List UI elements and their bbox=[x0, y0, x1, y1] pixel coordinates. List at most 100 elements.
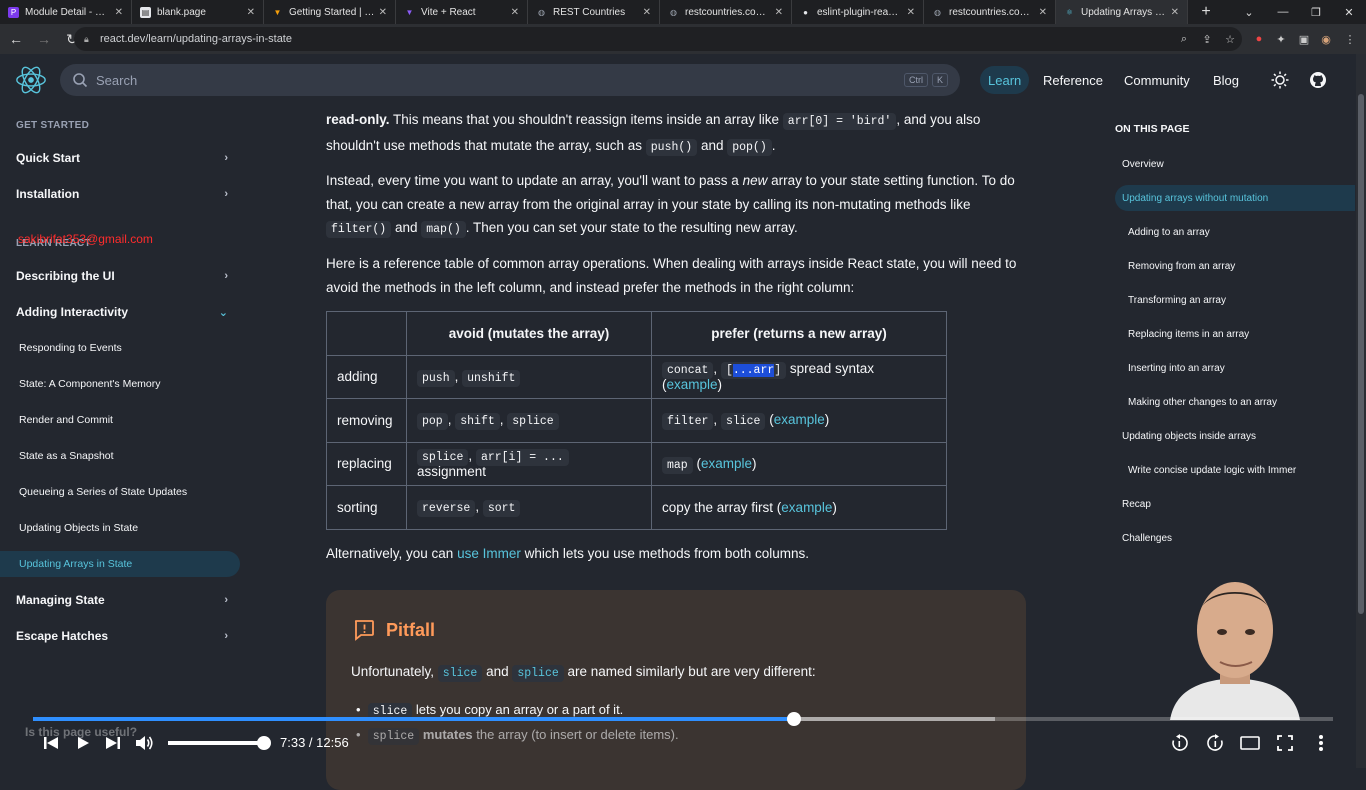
sidebar-item-managing-state[interactable]: Managing State › bbox=[16, 586, 232, 614]
page-scrollbar[interactable] bbox=[1356, 54, 1366, 768]
window-close-icon[interactable]: ✕ bbox=[1332, 0, 1366, 24]
volume-knob[interactable] bbox=[257, 736, 271, 750]
theme-toggle-sun-icon[interactable] bbox=[1270, 70, 1290, 90]
browser-tab[interactable]: ▼ Vite + React ✕ bbox=[396, 0, 528, 24]
search-box[interactable]: Search Ctrl K bbox=[60, 64, 960, 96]
fast-forward-icon[interactable] bbox=[1203, 731, 1227, 755]
chevron-down-icon[interactable]: ⌄ bbox=[1232, 0, 1266, 24]
toc-item[interactable]: Updating objects inside arrays bbox=[1122, 423, 1352, 449]
inline-code: splice bbox=[367, 728, 420, 745]
address-bar[interactable]: 🔒︎ react.dev/learn/updating-arrays-in-st… bbox=[74, 27, 1242, 51]
browser-tab[interactable]: ◍ restcountries.com/v3. ✕ bbox=[924, 0, 1056, 24]
zoom-icon[interactable]: ⌕ bbox=[1176, 31, 1192, 47]
video-progress-bar[interactable] bbox=[33, 712, 1333, 726]
code-part: ] bbox=[774, 364, 782, 378]
toc-subitem[interactable]: Making other changes to an array bbox=[1128, 389, 1358, 415]
toc-subitem[interactable]: Write concise update logic with Immer bbox=[1128, 457, 1358, 483]
share-icon[interactable]: ⇪ bbox=[1199, 31, 1215, 47]
browser-tab[interactable]: ▼ Getting Started | Vite ✕ bbox=[264, 0, 396, 24]
presenter-webcam-image bbox=[1170, 582, 1300, 720]
new-tab-button[interactable]: + bbox=[1194, 0, 1218, 24]
react-logo-icon[interactable] bbox=[14, 64, 48, 96]
close-icon[interactable]: ✕ bbox=[1171, 7, 1179, 18]
extension-icon[interactable]: ● bbox=[1251, 31, 1267, 47]
extensions-puzzle-icon[interactable]: ✦ bbox=[1273, 31, 1289, 47]
theater-mode-icon[interactable] bbox=[1238, 731, 1262, 755]
sidebar-subitem[interactable]: Queueing a Series of State Updates bbox=[19, 479, 239, 505]
toc-subitem[interactable]: Inserting into an array bbox=[1128, 355, 1358, 381]
tab-favicon-icon: ▼ bbox=[405, 7, 414, 17]
nav-reference[interactable]: Reference bbox=[1035, 66, 1111, 94]
close-icon[interactable]: ✕ bbox=[247, 7, 255, 18]
nav-blog[interactable]: Blog bbox=[1205, 66, 1247, 94]
tab-label: Getting Started | Vite bbox=[289, 6, 375, 18]
sidebar-subitem[interactable]: State as a Snapshot bbox=[19, 443, 239, 469]
toc-subitem[interactable]: Transforming an array bbox=[1128, 287, 1358, 313]
sidebar-subitem[interactable]: State: A Component's Memory bbox=[19, 371, 239, 397]
close-icon[interactable]: ✕ bbox=[511, 7, 519, 18]
nav-learn[interactable]: Learn bbox=[980, 66, 1030, 94]
volume-slider[interactable] bbox=[168, 736, 271, 750]
close-icon[interactable]: ✕ bbox=[775, 7, 783, 18]
browser-tab[interactable]: P Module Detail - Progr ✕ bbox=[0, 0, 132, 24]
next-icon[interactable] bbox=[101, 731, 125, 755]
sidebar-subitem-active[interactable]: Updating Arrays in State bbox=[0, 551, 240, 577]
toc-subitem[interactable]: Removing from an array bbox=[1128, 253, 1358, 279]
sidebar-item-installation[interactable]: Installation › bbox=[16, 180, 232, 208]
rewind-icon[interactable] bbox=[1168, 731, 1192, 755]
example-link[interactable]: example bbox=[701, 456, 752, 471]
inline-code: push() bbox=[645, 138, 698, 156]
more-options-icon[interactable] bbox=[1309, 731, 1333, 755]
nav-community[interactable]: Community bbox=[1116, 66, 1198, 94]
browser-tab[interactable]: ● eslint-plugin-react/dc ✕ bbox=[792, 0, 924, 24]
toc-subitem[interactable]: Replacing items in an array bbox=[1128, 321, 1358, 347]
tab-favicon-icon: P bbox=[8, 6, 19, 18]
text: lets you copy an array or a part of it. bbox=[412, 702, 624, 717]
sidebar-subitem[interactable]: Responding to Events bbox=[19, 335, 239, 361]
sidebar-subitem[interactable]: Render and Commit bbox=[19, 407, 239, 433]
example-link[interactable]: example bbox=[774, 412, 825, 427]
toc-item[interactable]: Challenges bbox=[1122, 525, 1352, 551]
text: and bbox=[391, 220, 422, 235]
play-icon[interactable] bbox=[71, 731, 95, 755]
sidebar-subitem[interactable]: Updating Objects in State bbox=[19, 515, 239, 541]
close-icon[interactable]: ✕ bbox=[1039, 7, 1047, 18]
browser-tab[interactable]: ◍ restcountries.com/v3. ✕ bbox=[660, 0, 792, 24]
toc-item[interactable]: Recap bbox=[1122, 491, 1352, 517]
github-icon[interactable] bbox=[1308, 70, 1328, 90]
inline-code: pop bbox=[417, 413, 448, 431]
close-icon[interactable]: ✕ bbox=[643, 7, 651, 18]
sidebar-item-adding-interactivity[interactable]: Adding Interactivity ⌄ bbox=[16, 298, 232, 326]
side-panel-icon[interactable]: ▣ bbox=[1296, 31, 1312, 47]
toc-item-active[interactable]: Updating arrays without mutation bbox=[1115, 185, 1355, 211]
minimize-icon[interactable]: — bbox=[1266, 0, 1300, 24]
progress-scrubber-knob[interactable] bbox=[786, 712, 801, 726]
use-immer-link[interactable]: use Immer bbox=[457, 546, 521, 561]
tab-favicon-icon: ● bbox=[803, 7, 808, 17]
volume-icon[interactable] bbox=[132, 731, 156, 755]
sidebar-item-describing-ui[interactable]: Describing the UI › bbox=[16, 262, 232, 290]
close-icon[interactable]: ✕ bbox=[907, 7, 915, 18]
example-link[interactable]: example bbox=[781, 500, 832, 515]
previous-icon[interactable] bbox=[39, 731, 63, 755]
overlay-email-text: sakibrifat353@gmail.com bbox=[18, 232, 153, 246]
maximize-icon[interactable]: ❐ bbox=[1299, 0, 1333, 24]
profile-avatar[interactable]: ◉ bbox=[1318, 31, 1334, 47]
fullscreen-icon[interactable] bbox=[1273, 731, 1297, 755]
sidebar-item-escape-hatches[interactable]: Escape Hatches › bbox=[16, 622, 232, 650]
browser-tab[interactable]: ◍ REST Countries ✕ bbox=[528, 0, 660, 24]
toc-item[interactable]: Overview bbox=[1122, 151, 1352, 177]
back-arrow-icon[interactable]: ← bbox=[4, 27, 28, 51]
close-icon[interactable]: ✕ bbox=[115, 7, 123, 18]
bookmark-star-icon[interactable]: ☆ bbox=[1222, 31, 1238, 47]
close-icon[interactable]: ✕ bbox=[379, 7, 387, 18]
example-link[interactable]: example bbox=[667, 377, 718, 392]
sidebar-item-quick-start[interactable]: Quick Start › bbox=[16, 144, 232, 172]
browser-menu-icon[interactable]: ⋮ bbox=[1342, 31, 1358, 47]
browser-tab-active[interactable]: ⚛ Updating Arrays in Sta ✕ bbox=[1056, 0, 1188, 24]
pitfall-title-text: Pitfall bbox=[386, 619, 436, 640]
toc-subitem[interactable]: Adding to an array bbox=[1128, 219, 1358, 245]
browser-tab[interactable]: ▤ blank.page ✕ bbox=[132, 0, 264, 24]
scrollbar-thumb[interactable] bbox=[1358, 94, 1364, 614]
forward-arrow-icon[interactable]: → bbox=[32, 27, 56, 51]
